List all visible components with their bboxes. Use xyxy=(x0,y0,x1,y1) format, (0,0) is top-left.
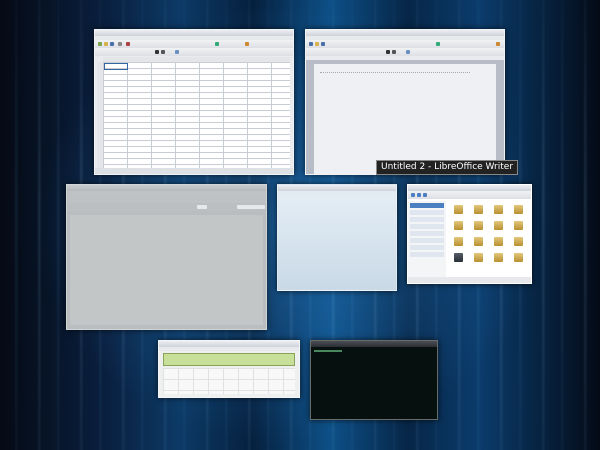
window-thumbnail-application-wide[interactable] xyxy=(66,184,267,330)
formatting-toolbar xyxy=(95,48,293,56)
folder-icon[interactable] xyxy=(514,253,523,262)
forward-icon xyxy=(417,193,421,197)
folder-icon[interactable] xyxy=(474,205,483,214)
window-thumbnail-application-blank[interactable] xyxy=(277,184,397,291)
navigator-icon xyxy=(496,42,500,46)
italic-icon xyxy=(392,50,396,54)
folder-icon[interactable] xyxy=(494,205,503,214)
folder-icon[interactable] xyxy=(494,253,503,262)
page-margin-guide xyxy=(320,72,470,74)
chart-icon xyxy=(215,42,219,46)
places-sidebar[interactable] xyxy=(408,201,447,277)
status-bar xyxy=(408,277,531,283)
folder-icon[interactable] xyxy=(514,205,523,214)
folder-icon[interactable] xyxy=(454,237,463,246)
toolbar xyxy=(67,195,266,203)
file-icon[interactable] xyxy=(454,253,463,262)
sidebar-item[interactable] xyxy=(410,203,444,208)
bold-icon xyxy=(155,50,159,54)
spreadsheet-grid[interactable] xyxy=(103,62,290,168)
search-field xyxy=(237,205,265,209)
sidebar-item[interactable] xyxy=(410,245,444,250)
folder-icon[interactable] xyxy=(514,221,523,230)
sheet-tabs xyxy=(95,168,293,174)
back-icon xyxy=(411,193,415,197)
print-icon xyxy=(118,42,122,46)
content-area[interactable] xyxy=(70,215,263,325)
selected-cell xyxy=(104,63,128,70)
folder-icon[interactable] xyxy=(474,253,483,262)
bold-icon xyxy=(386,50,390,54)
calculator-keypad[interactable] xyxy=(163,368,295,394)
folder-icon[interactable] xyxy=(454,221,463,230)
folder-icon[interactable] xyxy=(474,221,483,230)
open-icon xyxy=(104,42,108,46)
toolbar xyxy=(306,40,504,48)
file-view[interactable] xyxy=(446,201,531,277)
navigator-icon xyxy=(245,42,249,46)
sidebar-item[interactable] xyxy=(410,238,444,243)
calculator-display xyxy=(163,353,295,366)
save-icon xyxy=(321,42,325,46)
toolbar xyxy=(408,191,531,199)
sidebar-item[interactable] xyxy=(410,252,444,257)
italic-icon xyxy=(161,50,165,54)
window-thumbnail-calculator[interactable] xyxy=(158,340,300,398)
window-thumbnail-writer[interactable] xyxy=(305,29,505,175)
window-thumbnail-terminal[interactable] xyxy=(310,340,438,420)
formatting-toolbar xyxy=(306,48,504,56)
align-icon xyxy=(175,50,179,54)
window-thumbnail-spreadsheet[interactable] xyxy=(94,29,294,175)
window-title-tooltip: Untitled 2 - LibreOffice Writer xyxy=(376,160,519,175)
save-icon xyxy=(110,42,114,46)
cut-icon xyxy=(126,42,130,46)
align-icon xyxy=(406,50,410,54)
menu-bar xyxy=(278,191,396,195)
new-icon xyxy=(309,42,313,46)
dropdown-field xyxy=(197,205,207,209)
toolbar xyxy=(95,40,293,48)
document-page[interactable] xyxy=(314,64,496,174)
folder-icon[interactable] xyxy=(494,237,503,246)
terminal-titlebar xyxy=(311,341,437,347)
formatting-toolbar xyxy=(67,203,266,211)
folder-icon[interactable] xyxy=(494,221,503,230)
chart-icon xyxy=(436,42,440,46)
folder-icon[interactable] xyxy=(474,237,483,246)
terminal-prompt xyxy=(314,350,342,352)
window-thumbnail-file-manager[interactable] xyxy=(407,184,532,284)
sidebar-item[interactable] xyxy=(410,224,444,229)
sidebar-item[interactable] xyxy=(410,217,444,222)
open-icon xyxy=(315,42,319,46)
new-icon xyxy=(98,42,102,46)
up-icon xyxy=(423,193,427,197)
folder-icon[interactable] xyxy=(514,237,523,246)
sidebar-item[interactable] xyxy=(410,210,444,215)
menu-bar xyxy=(159,347,299,351)
folder-icon[interactable] xyxy=(454,205,463,214)
sidebar-item[interactable] xyxy=(410,231,444,236)
